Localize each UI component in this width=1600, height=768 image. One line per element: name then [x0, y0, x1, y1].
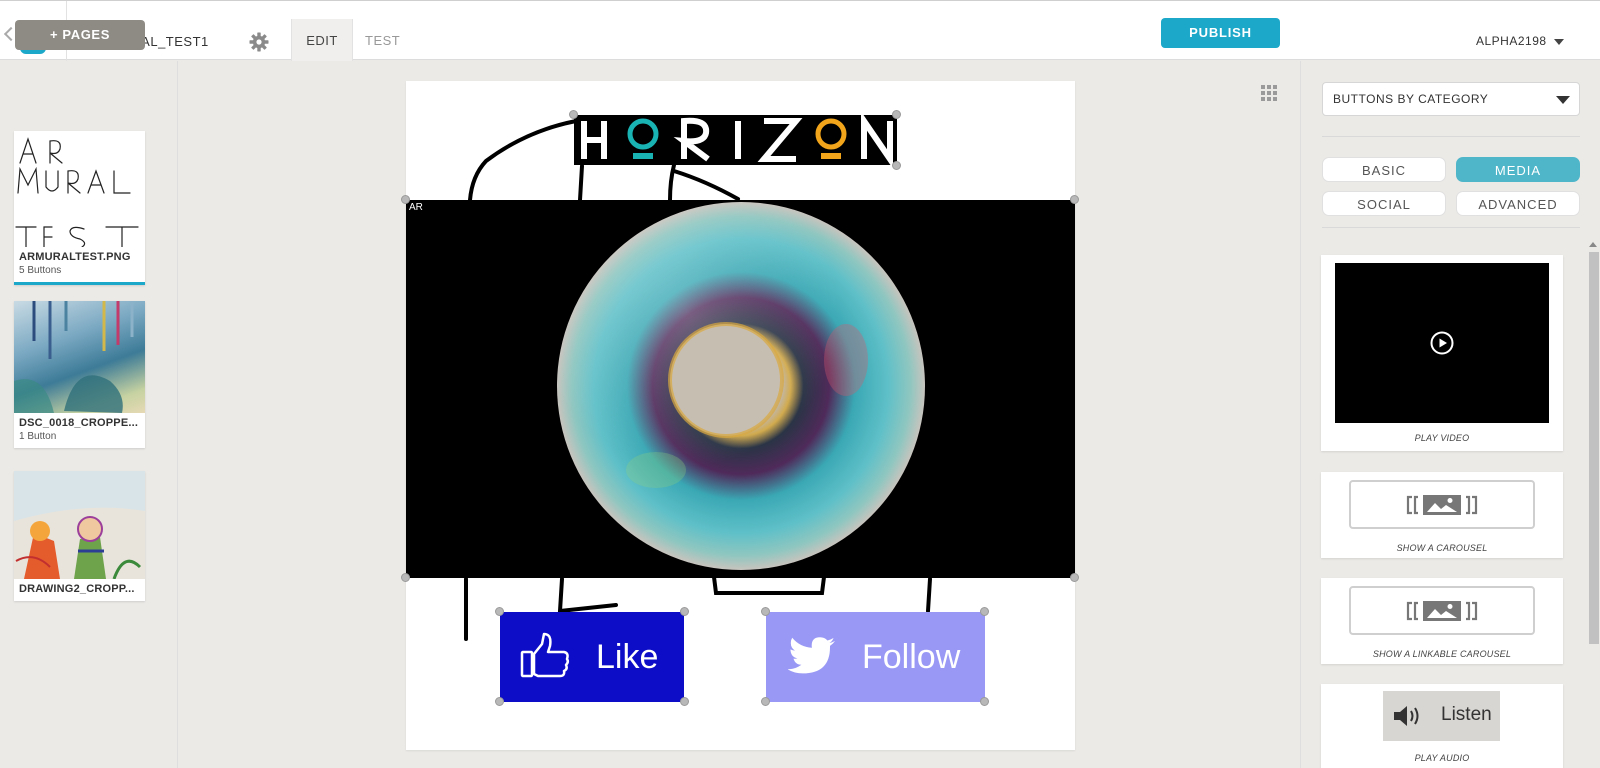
video-overlay[interactable]: AR: [406, 200, 1075, 578]
page-thumbnail: [14, 301, 145, 413]
horizon-logo[interactable]: [574, 111, 897, 169]
resize-handle[interactable]: [980, 697, 989, 706]
publish-button[interactable]: PUBLISH: [1161, 18, 1280, 48]
category-basic-button[interactable]: BASIC: [1322, 157, 1446, 182]
resize-handle[interactable]: [761, 697, 770, 706]
carousel-preview: [1349, 480, 1535, 529]
divider: [1322, 227, 1580, 228]
widget-caption: SHOW A LINKABLE CAROUSEL: [1372, 649, 1512, 659]
follow-button[interactable]: Follow: [766, 612, 985, 702]
carousel-preview: [1349, 586, 1535, 635]
tab-edit[interactable]: EDIT: [291, 19, 353, 61]
drawing-thumbnail: [14, 471, 145, 579]
resize-handle[interactable]: [1070, 195, 1079, 204]
resize-handle[interactable]: [680, 607, 689, 616]
chevron-down-icon[interactable]: [1554, 39, 1564, 45]
resize-handle[interactable]: [892, 110, 901, 119]
page-thumbnail: [14, 131, 145, 247]
widget-caption: PLAY AUDIO: [1414, 753, 1470, 763]
resize-handle[interactable]: [495, 697, 504, 706]
tab-test[interactable]: TEST: [365, 19, 400, 61]
listen-label: Listen: [1441, 704, 1492, 725]
twitter-bird-icon: [788, 637, 835, 674]
category-social-button[interactable]: SOCIAL: [1322, 191, 1446, 216]
scrollbar-thumb[interactable]: [1589, 252, 1599, 644]
page-name: DSC_0018_CROPPE...: [19, 417, 139, 429]
resize-handle[interactable]: [495, 607, 504, 616]
video-frame: [557, 202, 925, 570]
widget-show-carousel[interactable]: SHOW A CAROUSEL: [1321, 472, 1563, 558]
painting-thumbnail: [14, 301, 134, 413]
category-select[interactable]: BUTTONS BY CATEGORY: [1322, 82, 1580, 116]
widget-caption: PLAY VIDEO: [1414, 433, 1470, 443]
like-label: Like: [596, 638, 659, 676]
thumbs-up-icon: [520, 632, 570, 678]
divider: [1322, 136, 1580, 137]
top-bar: ar ARMURAL_TEST1 EDIT TEST PUBLISH ALPHA…: [0, 0, 1600, 61]
carousel-icon: [1406, 601, 1478, 621]
video-preview: [1335, 263, 1549, 423]
horizon-logo-graphic: [581, 111, 893, 169]
speaker-icon: [1394, 706, 1419, 726]
resize-handle[interactable]: [980, 607, 989, 616]
page-name: DRAWING2_CROPP...: [19, 583, 135, 595]
resize-handle[interactable]: [401, 573, 410, 582]
page-item-armuraltest[interactable]: ARMURALTEST.PNG 5 Buttons: [14, 131, 145, 285]
scroll-up-icon[interactable]: [1589, 242, 1597, 247]
like-button[interactable]: Like: [500, 612, 684, 702]
listen-button-preview: Listen: [1383, 691, 1500, 741]
resize-handle[interactable]: [680, 697, 689, 706]
page-item-drawing2[interactable]: DRAWING2_CROPP...: [14, 471, 145, 601]
page-item-dsc0018[interactable]: DSC_0018_CROPPE... 1 Button: [14, 301, 145, 448]
widget-caption: SHOW A CAROUSEL: [1396, 543, 1488, 553]
page-name: ARMURALTEST.PNG: [19, 251, 131, 263]
widget-play-video[interactable]: PLAY VIDEO: [1321, 255, 1563, 451]
grid-icon[interactable]: [1261, 85, 1277, 101]
resize-handle[interactable]: [892, 161, 901, 170]
category-advanced-button[interactable]: ADVANCED: [1456, 191, 1580, 216]
category-media-button[interactable]: MEDIA: [1456, 157, 1580, 182]
page-button-count: 1 Button: [19, 431, 57, 442]
widget-play-audio[interactable]: Listen PLAY AUDIO: [1321, 684, 1563, 768]
page-thumbnail: [14, 471, 145, 579]
carousel-icon: [1406, 495, 1478, 515]
chevron-down-icon[interactable]: [1556, 96, 1570, 104]
user-menu[interactable]: ALPHA2198: [1476, 34, 1547, 48]
follow-label: Follow: [862, 638, 961, 676]
page-button-count: 5 Buttons: [19, 265, 62, 276]
handwriting-thumbnail: [15, 137, 139, 247]
widget-show-linkable-carousel[interactable]: SHOW A LINKABLE CAROUSEL: [1321, 578, 1563, 664]
resize-handle[interactable]: [1070, 573, 1079, 582]
resize-handle[interactable]: [401, 195, 410, 204]
resize-handle[interactable]: [761, 607, 770, 616]
gear-icon[interactable]: [249, 32, 269, 52]
resize-handle[interactable]: [569, 110, 578, 119]
play-icon: [1430, 331, 1454, 355]
add-pages-button[interactable]: + PAGES: [15, 20, 145, 50]
